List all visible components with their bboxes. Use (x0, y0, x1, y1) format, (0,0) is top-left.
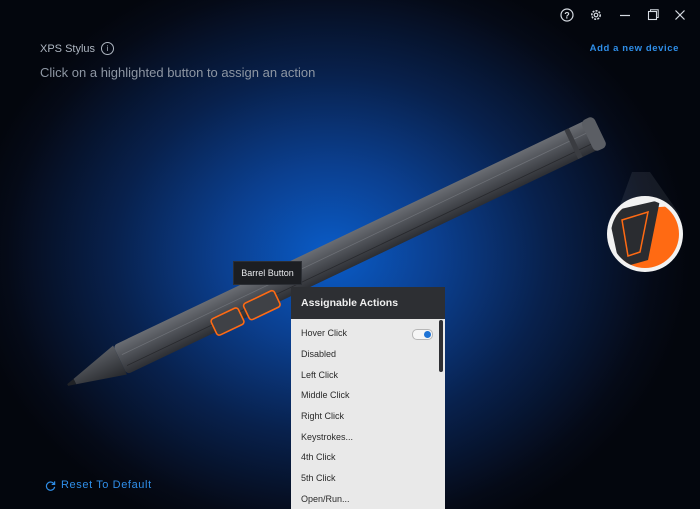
action-label: Hover Click (301, 328, 348, 339)
actions-list: Hover Click Disabled Left Click Middle C… (291, 323, 445, 509)
action-label: Disabled (301, 349, 337, 360)
action-item-right-click[interactable]: Right Click (291, 406, 445, 427)
action-label: Open/Run... (301, 493, 350, 504)
action-item-left-click[interactable]: Left Click (291, 364, 445, 385)
action-item-4th-click[interactable]: 4th Click (291, 447, 445, 468)
action-item-keystrokes[interactable]: Keystrokes... (291, 426, 445, 447)
action-label: Left Click (301, 369, 339, 380)
actions-panel-title: Assignable Actions (291, 287, 445, 319)
barrel-button-tooltip: Barrel Button (233, 261, 302, 285)
action-item-middle-click[interactable]: Middle Click (291, 385, 445, 406)
action-item-hover-click[interactable]: Hover Click (291, 323, 445, 344)
reset-label: Reset To Default (61, 479, 152, 491)
assignable-actions-panel: Assignable Actions Hover Click Disabled … (291, 287, 445, 509)
action-item-disabled[interactable]: Disabled (291, 344, 445, 365)
action-label: Middle Click (301, 390, 350, 401)
reset-to-default-button[interactable]: Reset To Default (45, 479, 152, 491)
actions-scrollbar[interactable] (439, 320, 443, 372)
action-item-open-run[interactable]: Open/Run... (291, 489, 445, 509)
eraser-zoom-callout[interactable] (607, 196, 690, 275)
toggle-knob (424, 331, 431, 338)
action-label: 4th Click (301, 452, 336, 463)
action-item-5th-click[interactable]: 5th Click (291, 468, 445, 489)
action-label: Keystrokes... (301, 431, 354, 442)
hover-click-toggle[interactable] (412, 329, 433, 340)
action-label: Right Click (301, 411, 345, 422)
refresh-icon (45, 480, 56, 491)
action-label: 5th Click (301, 473, 336, 484)
